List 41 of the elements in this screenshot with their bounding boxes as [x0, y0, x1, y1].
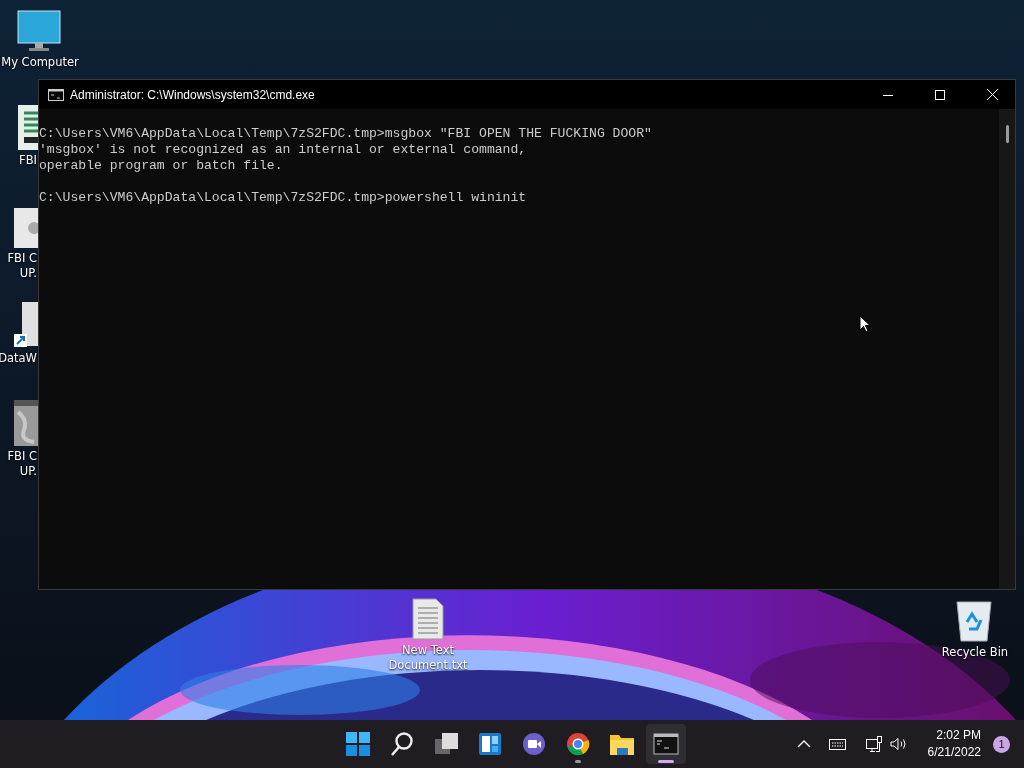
- notification-badge[interactable]: 1: [993, 735, 1010, 753]
- windows-logo-icon: [346, 732, 370, 756]
- search-icon: [391, 732, 413, 756]
- monitor-icon: [17, 10, 61, 52]
- icon-label: FBI C: [7, 449, 37, 464]
- video-chat-icon: [523, 733, 545, 755]
- app-icon: [18, 105, 38, 150]
- console-app-icon: [48, 88, 64, 101]
- shortcut-icon: [14, 302, 38, 348]
- icon-label: Document.txt: [388, 658, 468, 673]
- maximize-icon: [935, 89, 945, 100]
- console-line: 'msgbox' is not recognized as an internal or external command,: [39, 142, 528, 158]
- volume-icon[interactable]: [889, 737, 908, 751]
- icon-label: New Text: [402, 643, 454, 658]
- terminal-icon: [653, 733, 679, 755]
- icon-label: My Computer: [1, 55, 79, 70]
- console-line: operable program or batch file.: [39, 158, 284, 174]
- icon-label: UP.: [19, 266, 37, 281]
- chevron-up-icon[interactable]: [796, 739, 811, 749]
- keyboard-icon[interactable]: [828, 738, 846, 750]
- text-file-icon: [412, 598, 444, 640]
- network-icon[interactable]: [865, 736, 882, 752]
- taskbar-button[interactable]: [646, 724, 686, 764]
- task-view-icon: [435, 733, 458, 754]
- icon-label: UP.: [19, 464, 37, 479]
- browser-icon: [567, 733, 590, 756]
- icon-label: Recycle Bin: [941, 645, 1009, 660]
- close-icon: [986, 89, 998, 100]
- icon-label: FBI C: [7, 251, 37, 266]
- widgets-icon: [479, 733, 501, 755]
- window-title: Administrator: C:\Windows\system32\cmd.exe: [70, 87, 316, 102]
- clock[interactable]: 2:02 PM 6/21/2022: [923, 727, 985, 761]
- image-file-icon: [14, 400, 38, 446]
- icon-label: DataW: [0, 351, 37, 366]
- icon-label: FBI: [19, 153, 37, 168]
- scrollbar[interactable]: [999, 109, 1015, 589]
- file-icon: [14, 208, 38, 248]
- mouse-cursor-icon: [859, 315, 871, 333]
- console-line: C:\Users\VM6\AppData\Local\Temp\7zS2FDC.tmp>powershell wininit: [39, 190, 528, 206]
- folder-icon: [610, 735, 634, 755]
- console-line: C:\Users\VM6\AppData\Local\Temp\7zS2FDC.tmp>msgbox "FBI OPEN THE FUCKING DOOR": [39, 126, 653, 142]
